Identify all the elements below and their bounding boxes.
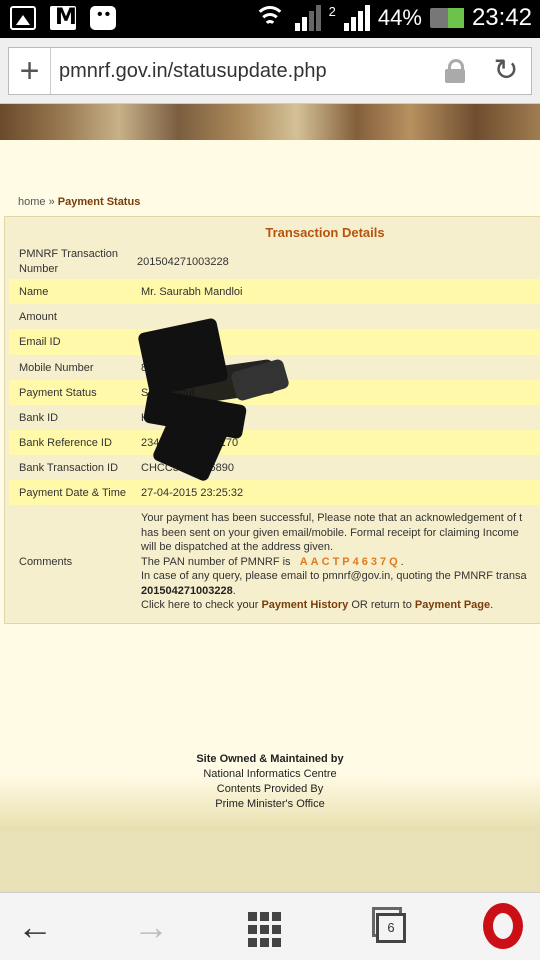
clock: 23:42 bbox=[471, 4, 532, 31]
footer-band: Site Owned & Maintained by National Info… bbox=[0, 730, 540, 830]
or-text: OR return to bbox=[351, 599, 412, 612]
speed-dial-grid-icon[interactable] bbox=[246, 911, 282, 947]
panel-title: Transaction Details bbox=[265, 225, 385, 240]
row-label: Comments bbox=[19, 556, 73, 568]
links-line: Click here to check your Payment History… bbox=[141, 598, 540, 613]
breadcrumb-separator: » bbox=[48, 196, 55, 208]
comments-line: In case of any query, please email to pm… bbox=[141, 570, 527, 583]
wifi-icon bbox=[253, 4, 287, 32]
table-row: Email ID s mail.com bbox=[9, 329, 540, 355]
pan-suffix: . bbox=[400, 555, 404, 568]
row-label: Amount bbox=[19, 310, 57, 323]
row-label: Bank ID bbox=[19, 411, 59, 424]
comments-line: has been sent on your given email/mobile… bbox=[141, 526, 519, 539]
tabs-icon[interactable]: 6 bbox=[368, 907, 408, 947]
signal-icon-1 bbox=[294, 5, 321, 31]
pan-line: The PAN number of PMNRF is AACTP4637Q. bbox=[141, 555, 540, 570]
table-row: Bank ID HCC bbox=[9, 405, 540, 430]
url-field[interactable]: pmnrf.gov.in/statusupdate.php bbox=[59, 60, 445, 83]
footer-pmo: Prime Minister's Office bbox=[215, 798, 325, 810]
footer-nic: National Informatics Centre bbox=[203, 768, 337, 780]
breadcrumb-home-link[interactable]: home bbox=[18, 196, 46, 208]
comments-line: Your payment has been successful, Please… bbox=[141, 511, 523, 524]
row-label: Bank Transaction ID bbox=[19, 461, 119, 474]
row-label: Payment Status bbox=[19, 386, 97, 399]
row-value: 27-04-2015 23:25:32 bbox=[141, 486, 244, 499]
web-page: home » Payment Status Transaction Detail… bbox=[0, 104, 540, 892]
table-row: PMNRF Transaction Number 201504271003228 bbox=[9, 245, 540, 279]
table-row: Payment Date & Time 27-04-2015 23:25:32 bbox=[9, 480, 540, 505]
pan-number: AACTP4637Q bbox=[299, 555, 401, 568]
footer-owner: Site Owned & Maintained by bbox=[196, 753, 344, 765]
notification-icons bbox=[10, 5, 116, 30]
transaction-details-panel: Transaction Details PMNRF Transaction Nu… bbox=[4, 216, 540, 624]
row-value: 201504271003228 bbox=[137, 256, 229, 268]
table-row: Amount bbox=[9, 304, 540, 329]
reload-icon[interactable]: ↻ bbox=[491, 56, 521, 86]
breadcrumb-current: Payment Status bbox=[57, 196, 141, 208]
system-indicators: 2 44% 23:42 bbox=[253, 4, 532, 32]
forward-arrow-icon[interactable]: → bbox=[126, 906, 176, 947]
footer-content: Contents Provided By bbox=[216, 783, 324, 795]
lock-icon bbox=[445, 59, 465, 83]
txn-suffix: . bbox=[232, 584, 236, 597]
row-label: PMNRF Transaction Number bbox=[19, 248, 119, 275]
chat-icon bbox=[90, 6, 116, 30]
header-banner-image bbox=[0, 104, 540, 140]
table-row: Bank Reference ID 2349320252351170 bbox=[9, 430, 540, 455]
battery-percent: 44% bbox=[377, 5, 422, 30]
signal-icon-2 bbox=[343, 5, 370, 31]
row-label: Mobile Number bbox=[19, 361, 94, 374]
pan-prefix: The PAN number of PMNRF is bbox=[141, 555, 291, 568]
row-label: Name bbox=[19, 285, 49, 298]
row-label: Bank Reference ID bbox=[19, 436, 112, 449]
row-label: Email ID bbox=[19, 336, 61, 348]
back-arrow-icon[interactable]: ← bbox=[10, 906, 60, 947]
opera-menu-icon[interactable] bbox=[480, 903, 526, 949]
url-box[interactable]: + pmnrf.gov.in/statusupdate.php ↻ bbox=[8, 47, 532, 95]
transaction-table: PMNRF Transaction Number 201504271003228… bbox=[9, 245, 540, 619]
breadcrumb: home » Payment Status bbox=[18, 196, 140, 208]
gmail-icon bbox=[50, 5, 77, 30]
payment-history-link[interactable]: Payment History bbox=[261, 599, 348, 611]
comments-text: Your payment has been successful, Please… bbox=[141, 511, 540, 613]
table-row-comments: Comments Your payment has been successfu… bbox=[9, 505, 540, 619]
txn-ref: 201504271003228 bbox=[141, 584, 233, 597]
end-dot: . bbox=[490, 599, 494, 612]
browser-bottom-bar: ← → 6 bbox=[0, 892, 540, 960]
txn-ref-line: 201504271003228. bbox=[141, 584, 540, 599]
page-footer: Site Owned & Maintained by National Info… bbox=[0, 730, 540, 892]
table-row: Bank Transaction ID CHCC3769626890 bbox=[9, 455, 540, 480]
plus-icon[interactable]: + bbox=[9, 48, 51, 94]
payment-page-link[interactable]: Payment Page bbox=[415, 599, 490, 611]
status-bar: 2 44% 23:42 bbox=[0, 0, 540, 38]
sim-label: 2 bbox=[328, 4, 336, 19]
row-value: Mr. Saurabh Mandloi bbox=[141, 285, 243, 298]
gallery-icon bbox=[10, 6, 36, 30]
table-row: Name Mr. Saurabh Mandloi bbox=[9, 279, 540, 304]
battery-icon bbox=[429, 8, 464, 28]
row-label: Payment Date & Time bbox=[19, 486, 126, 499]
address-bar: + pmnrf.gov.in/statusupdate.php ↻ bbox=[0, 38, 540, 104]
comments-line: will be dispatched at the address given. bbox=[141, 541, 334, 554]
click-prefix: Click here to check your bbox=[141, 599, 259, 612]
tab-count: 6 bbox=[376, 913, 406, 943]
page-content: home » Payment Status Transaction Detail… bbox=[0, 140, 540, 730]
